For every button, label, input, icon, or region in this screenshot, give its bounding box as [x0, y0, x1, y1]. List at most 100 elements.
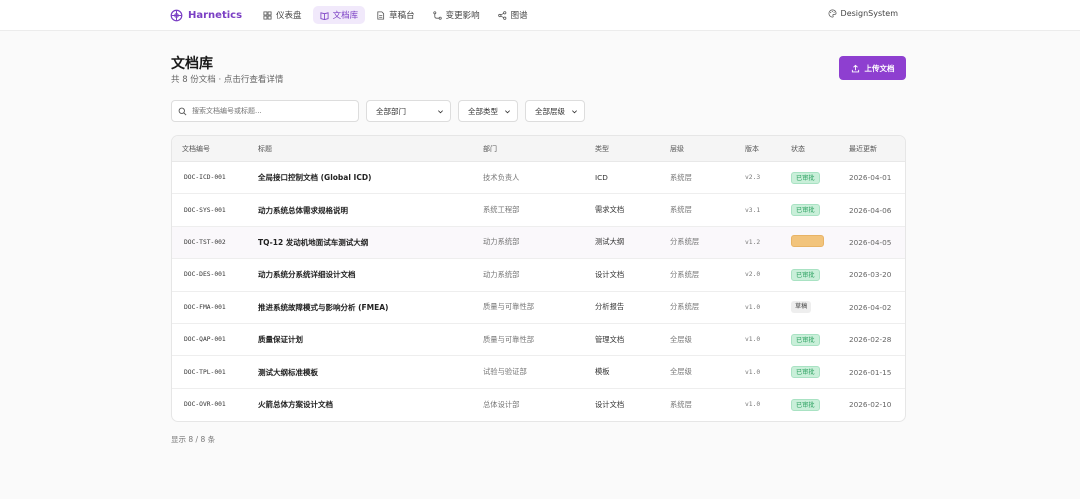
cell-level: 系统层 [670, 172, 692, 182]
cell-version: v1.2 [745, 238, 761, 246]
table-row[interactable]: DOC-ICD-001 全局接口控制文档 (Global ICD) 技术负责人 ICD… [172, 162, 905, 195]
cell-id: DOC-TST-002 [184, 238, 226, 246]
impact-icon [432, 10, 442, 20]
upload-label: 上传文档 [864, 63, 895, 73]
chevron-down-icon [572, 109, 577, 113]
column-header-title[interactable]: 标题 [258, 144, 483, 154]
cell-updated: 2026-02-10 [849, 400, 892, 410]
cell-version: v2.0 [745, 271, 761, 279]
cell-status: 已审批 [791, 333, 849, 346]
book-icon [320, 11, 329, 20]
cell-type: ICD [595, 173, 608, 183]
table-row[interactable]: DOC-TST-002 TQ-12 发动机地面试车测试大纲 动力系统部 测试大纲 分系统… [172, 226, 905, 260]
column-header-level[interactable]: 层级 [670, 144, 745, 154]
status-badge: 已审批 [791, 398, 820, 411]
search-box[interactable] [171, 100, 359, 122]
column-header-status[interactable]: 状态 [791, 144, 849, 154]
upload-document-button[interactable]: 上传文档 [839, 56, 906, 80]
column-header-updated[interactable]: 最近更新 [849, 144, 905, 154]
cell-level: 全层级 [670, 367, 692, 377]
table-row[interactable]: DOC-FMA-001 推进系统故障模式与影响分析 (FMEA) 质量与可靠性部 分析… [172, 292, 905, 324]
cell-department: 系统工程部 [483, 205, 520, 215]
status-badge: 已审批 [791, 366, 820, 379]
cell-updated: 2026-01-15 [849, 367, 892, 377]
cell-type: 模板 [595, 367, 610, 377]
nav-item-label: 草稿台 [389, 11, 415, 21]
search-input[interactable] [192, 107, 352, 115]
cell-status: 已审批 [791, 398, 849, 411]
type-select-value: 全部类型 [468, 106, 498, 116]
cell-level: 分系统层 [670, 269, 700, 279]
cell-version: v3.1 [745, 206, 761, 214]
column-header-type[interactable]: 类型 [595, 144, 670, 154]
table-row[interactable]: DOC-QAP-001 质量保证计划 质量与可靠性部 管理文档 全层级 v1.0 已审批 20… [172, 324, 905, 357]
cell-level: 系统层 [670, 399, 692, 409]
cell-id: DOC-QAP-001 [184, 336, 226, 344]
cell-id: DOC-TPL-001 [184, 368, 226, 376]
design-system-label: DesignSystem [840, 9, 898, 18]
palette-icon [828, 9, 837, 18]
dashboard-icon [263, 10, 272, 20]
nav-item-dashboard[interactable]: 仪表盘 [256, 6, 309, 24]
column-header-department[interactable]: 部门 [483, 144, 595, 154]
cell-department: 总体设计部 [483, 399, 520, 409]
cell-version: v1.0 [745, 303, 761, 311]
cell-status: 已审批 [791, 366, 849, 379]
cell-status: 已审批 [791, 171, 849, 184]
page-title: 文档库 [171, 56, 213, 72]
status-badge: 已审批 [791, 171, 820, 184]
table-row[interactable]: DOC-TPL-001 测试大纲标准模板 试验与验证部 模板 全层级 v1.0 已审批 202… [172, 356, 905, 389]
search-icon [178, 107, 187, 115]
cell-version: v2.3 [745, 174, 761, 182]
logo-icon [170, 9, 183, 21]
cell-id: DOC-DES-001 [184, 271, 226, 279]
column-header-version[interactable]: 版本 [745, 144, 791, 154]
table-row[interactable]: DOC-SYS-001 动力系统总体需求规格说明 系统工程部 需求文档 系统层 v3.1 已… [172, 194, 905, 227]
cell-status: 已审批 [791, 204, 849, 217]
cell-department: 试验与验证部 [483, 367, 527, 377]
type-select[interactable]: 全部类型 [458, 100, 518, 122]
cell-type: 测试大纲 [595, 237, 625, 247]
nav-item-draft[interactable]: 草稿台 [369, 6, 422, 24]
department-select[interactable]: 全部部门 [366, 100, 451, 122]
nav-item-label: 图谱 [510, 11, 528, 21]
brand[interactable]: Harnetics [170, 9, 242, 22]
draft-icon [377, 10, 385, 20]
upload-icon [851, 64, 859, 72]
column-header-id[interactable]: 文档编号 [172, 144, 258, 154]
nav-item-change-impact[interactable]: 变更影响 [426, 6, 487, 24]
cell-updated: 2026-03-20 [849, 270, 892, 280]
table-row[interactable]: DOC-DES-001 动力系统分系统详细设计文档 动力系统部 设计文档 分系统层 v2.… [172, 259, 905, 292]
cell-status [791, 235, 849, 249]
nav-item-document-library[interactable]: 文档库 [312, 6, 366, 24]
cell-status: 草稿 [791, 301, 849, 314]
graph-icon [497, 10, 506, 20]
page-subtitle: 共 8 份文档 · 点击行查看详情 [171, 75, 284, 85]
nav-item-graph[interactable]: 图谱 [491, 6, 535, 24]
cell-type: 设计文档 [595, 269, 625, 279]
cell-department: 动力系统部 [483, 269, 520, 279]
cell-level: 系统层 [670, 205, 692, 215]
cell-id: DOC-ICD-001 [184, 174, 226, 182]
cell-title: 火箭总体方案设计文档 [258, 400, 333, 410]
cell-title: 推进系统故障模式与影响分析 (FMEA) [258, 302, 389, 312]
cell-department: 动力系统部 [483, 237, 520, 247]
chevron-down-icon [505, 109, 510, 113]
result-count: 显示 8 / 8 条 [171, 435, 216, 444]
cell-title: 动力系统分系统详细设计文档 [258, 270, 356, 280]
level-select[interactable]: 全部层级 [525, 100, 585, 122]
cell-title: 动力系统总体需求规格说明 [258, 205, 348, 215]
status-badge: 草稿 [791, 301, 812, 314]
cell-version: v1.0 [745, 368, 761, 376]
cell-department: 质量与可靠性部 [483, 302, 535, 312]
cell-department: 质量与可靠性部 [483, 334, 535, 344]
cell-status: 已审批 [791, 268, 849, 281]
filter-bar: 全部部门 全部类型 全部层级 [171, 100, 585, 122]
cell-department: 技术负责人 [483, 172, 520, 182]
cell-updated: 2026-04-06 [849, 205, 892, 215]
design-system-link[interactable]: DesignSystem [828, 9, 898, 18]
table-row[interactable]: DOC-OVR-001 火箭总体方案设计文档 总体设计部 设计文档 系统层 v1.0 已审批… [172, 389, 905, 421]
level-select-value: 全部层级 [535, 106, 565, 116]
cell-updated: 2026-02-28 [849, 335, 892, 345]
table-header: 文档编号 标题 部门 类型 层级 版本 状态 最近更新 [172, 136, 905, 162]
